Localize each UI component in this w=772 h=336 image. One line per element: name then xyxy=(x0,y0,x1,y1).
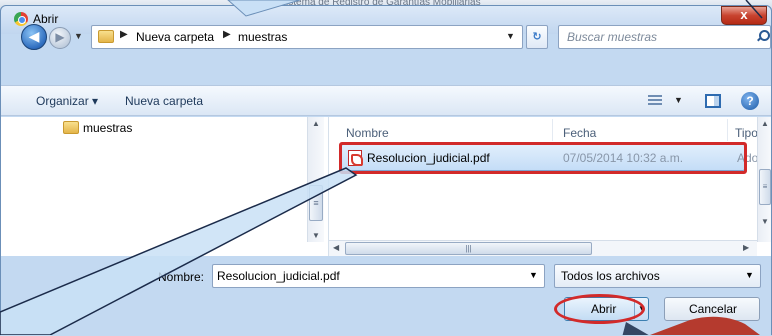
nav-item-muestras[interactable]: muestras xyxy=(83,121,132,135)
view-dropdown-icon[interactable]: ▼ xyxy=(674,95,683,105)
help-icon[interactable]: ? xyxy=(741,92,759,110)
scrollbar-thumb[interactable]: ||| xyxy=(345,242,592,255)
cancel-button-label: Cancelar xyxy=(689,302,738,316)
folder-icon xyxy=(98,30,114,43)
scroll-up-icon[interactable]: ▲ xyxy=(761,119,769,128)
command-toolbar: Organizar ▾ Nueva carpeta ▼ ? xyxy=(1,85,771,116)
column-divider[interactable] xyxy=(552,119,553,141)
selection-highlight-box xyxy=(339,142,747,174)
dialog-footer: Nombre: Resolucion_judicial.pdf ▼ Todos … xyxy=(1,256,771,336)
scroll-down-icon[interactable]: ▼ xyxy=(312,231,320,240)
open-file-dialog: Abrir x ◀ ▶ ▼ ▶ Nueva carpeta ▶ muestras… xyxy=(0,5,772,336)
file-type-value: Todos los archivos xyxy=(561,269,660,283)
scroll-down-icon[interactable]: ▼ xyxy=(761,217,769,226)
chrome-icon xyxy=(14,12,28,26)
view-options-icon[interactable] xyxy=(648,95,662,107)
preview-pane-icon[interactable] xyxy=(705,94,721,108)
horizontal-scrollbar[interactable]: ◀ ||| ▶ xyxy=(329,240,757,256)
search-icon[interactable] xyxy=(756,29,770,43)
breadcrumb-muestras[interactable]: muestras xyxy=(238,30,287,44)
navigation-pane: muestras ▲ ≡ ▼ xyxy=(1,117,328,256)
breadcrumb-nueva-carpeta[interactable]: Nueva carpeta xyxy=(136,30,214,44)
column-header-type[interactable]: Tipo xyxy=(735,126,758,140)
scroll-up-icon[interactable]: ▲ xyxy=(312,119,320,128)
file-list-pane: Nombre Fecha Tipo Resolucion_judicial.pd… xyxy=(329,117,771,256)
forward-button[interactable]: ▶ xyxy=(49,27,71,49)
file-type-dropdown-icon[interactable]: ▼ xyxy=(745,270,754,280)
file-type-select[interactable]: Todos los archivos ▼ xyxy=(554,264,761,288)
file-name-label: Nombre: xyxy=(158,270,205,284)
file-name-value: Resolucion_judicial.pdf xyxy=(217,269,340,283)
column-header-name[interactable]: Nombre xyxy=(346,126,389,140)
organize-menu[interactable]: Organizar ▾ xyxy=(36,94,98,108)
file-list-scrollbar[interactable]: ▲ ≡ ▼ xyxy=(757,117,771,242)
file-name-dropdown-icon[interactable]: ▼ xyxy=(529,270,538,280)
search-input[interactable]: Buscar muestras xyxy=(558,25,771,49)
close-button[interactable]: x xyxy=(721,6,767,25)
address-bar[interactable]: ▶ Nueva carpeta ▶ muestras ▼ xyxy=(91,25,523,49)
scrollbar-thumb[interactable]: ≡ xyxy=(759,169,771,205)
column-header-date[interactable]: Fecha xyxy=(563,126,596,140)
cancel-button[interactable]: Cancelar xyxy=(664,297,760,321)
folder-icon xyxy=(63,121,79,134)
refresh-button[interactable]: ↻ xyxy=(526,25,548,49)
breadcrumb-separator-icon[interactable]: ▶ xyxy=(120,29,128,40)
scrollbar-thumb[interactable]: ≡ xyxy=(309,185,323,221)
open-button-highlight xyxy=(554,294,645,324)
address-dropdown-icon[interactable]: ▼ xyxy=(506,31,515,41)
content-area: muestras ▲ ≡ ▼ Nombre Fecha Tipo Resoluc… xyxy=(1,117,771,256)
scroll-right-icon[interactable]: ▶ xyxy=(743,243,749,252)
column-divider[interactable] xyxy=(727,119,728,141)
file-name-input[interactable]: Resolucion_judicial.pdf ▼ xyxy=(212,264,545,288)
search-placeholder: Buscar muestras xyxy=(567,30,658,44)
breadcrumb-separator-icon[interactable]: ▶ xyxy=(223,29,231,40)
nav-pane-scrollbar[interactable]: ▲ ≡ ▼ xyxy=(307,117,324,242)
scroll-left-icon[interactable]: ◀ xyxy=(333,243,339,252)
new-folder-button[interactable]: Nueva carpeta xyxy=(125,94,203,108)
recent-locations-dropdown[interactable]: ▼ xyxy=(74,31,83,41)
back-button[interactable]: ◀ xyxy=(21,24,47,50)
